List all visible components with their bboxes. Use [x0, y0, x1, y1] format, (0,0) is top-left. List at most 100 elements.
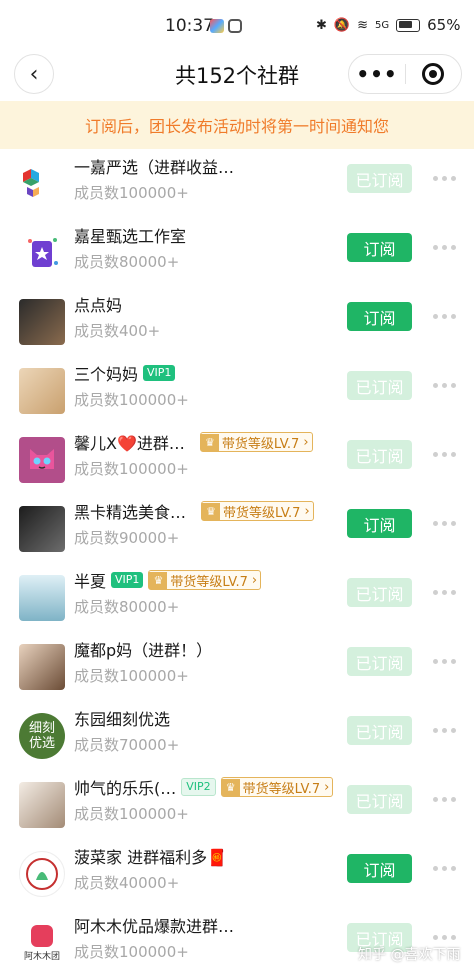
list-item[interactable]: 点点妈 成员数400+ 订阅 — [0, 287, 474, 356]
more-options-icon[interactable] — [430, 716, 458, 745]
list-item[interactable]: 黑卡精选美食… ♛ 带货等级LV.7 › 成员数90000+ 订阅 — [0, 494, 474, 563]
group-avatar — [19, 161, 65, 207]
member-count: 成员数80000+ — [74, 598, 180, 616]
status-app-icons — [210, 19, 242, 33]
wifi-icon: ≋ — [357, 17, 368, 33]
more-options-icon[interactable] — [430, 785, 458, 814]
close-mini-program-button[interactable] — [406, 54, 461, 94]
group-avatar — [19, 782, 65, 828]
bluetooth-icon: ✱ — [316, 17, 327, 33]
group-avatar — [19, 299, 65, 345]
member-count: 成员数100000+ — [74, 184, 189, 202]
vip-badge: VIP2 — [181, 778, 216, 796]
lock-badge-icon — [31, 924, 53, 947]
more-options-icon[interactable] — [430, 233, 458, 262]
status-time: 10:37 — [165, 16, 214, 36]
crown-icon: ♛ — [149, 571, 168, 589]
subscribe-button[interactable]: 订阅 — [347, 302, 412, 331]
chevron-right-icon: › — [251, 572, 258, 588]
status-bar: 10:37 ✱ 🔕 ≋ 5G 65% — [0, 0, 474, 52]
more-button[interactable]: ••• — [349, 54, 405, 94]
group-name: 菠菜家 进群福利多🧧 — [74, 848, 228, 867]
subscribed-button[interactable]: 已订阅 — [347, 440, 412, 469]
subscribe-button[interactable]: 订阅 — [347, 854, 412, 883]
target-icon — [422, 63, 445, 85]
chevron-left-icon: ‹ — [29, 61, 39, 87]
subscribed-button[interactable]: 已订阅 — [347, 164, 412, 193]
subscribe-button[interactable]: 订阅 — [347, 509, 412, 538]
list-item[interactable]: 阿木木团 阿木木优品爆款进群… 成员数100000+ 已订阅 — [0, 908, 474, 977]
chevron-right-icon: › — [324, 779, 330, 795]
more-options-icon[interactable] — [430, 578, 458, 607]
status-indicators: ✱ 🔕 ≋ 5G 65% — [316, 16, 460, 34]
member-count: 成员数90000+ — [74, 529, 180, 547]
list-item[interactable]: 三个妈妈 VIP1 成员数100000+ 已订阅 — [0, 356, 474, 425]
more-options-icon[interactable] — [430, 302, 458, 331]
member-count: 成员数40000+ — [74, 874, 180, 892]
chevron-right-icon: › — [303, 434, 309, 450]
mini-program-capsule: ••• — [348, 54, 462, 94]
list-item[interactable]: 菠菜家 进群福利多🧧 成员数40000+ 订阅 — [0, 839, 474, 908]
list-item[interactable]: 细刻 优选 东园细刻优选 成员数70000+ 已订阅 — [0, 701, 474, 770]
member-count: 成员数70000+ — [74, 736, 180, 754]
more-options-icon[interactable] — [430, 164, 458, 193]
more-options-icon[interactable] — [430, 647, 458, 676]
group-avatar — [19, 644, 65, 690]
avatar-text: 阿木木团 — [23, 951, 60, 962]
mute-icon: 🔕 — [333, 17, 351, 33]
group-name: 点点妈 — [74, 296, 123, 315]
group-name: 馨儿X❤️进群… — [74, 434, 185, 453]
group-name: 帅气的乐乐(… — [74, 779, 177, 798]
group-name: 三个妈妈 — [74, 365, 139, 384]
group-name: 东园细刻优选 — [74, 710, 171, 729]
member-count: 成员数100000+ — [74, 391, 189, 409]
cat-cartoon-icon — [30, 449, 54, 469]
subscribed-button[interactable]: 已订阅 — [347, 716, 412, 745]
list-item[interactable]: 半夏 VIP1 ♛ 带货等级LV.7 › 成员数80000+ 已订阅 — [0, 563, 474, 632]
subscribe-notice-banner: 订阅后，团长发布活动时将第一时间通知您 — [0, 101, 474, 149]
chevron-right-icon: › — [304, 503, 310, 519]
list-item[interactable]: 魔都p妈（进群！） 成员数100000+ 已订阅 — [0, 632, 474, 701]
level-badge: ♛ 带货等级LV.7 › — [148, 570, 262, 590]
list-item[interactable]: 帅气的乐乐(… VIP2 ♛ 带货等级LV.7 › 成员数100000+ 已订阅 — [0, 770, 474, 839]
member-count: 成员数100000+ — [74, 943, 189, 961]
group-avatar: 细刻 优选 — [19, 713, 65, 759]
more-options-icon[interactable] — [430, 509, 458, 538]
subscribed-button[interactable]: 已订阅 — [347, 647, 412, 676]
crown-icon: ♛ — [202, 502, 221, 520]
group-avatar — [19, 437, 65, 483]
more-options-icon[interactable] — [430, 854, 458, 883]
member-count: 成员数100000+ — [74, 667, 189, 685]
more-options-icon[interactable] — [430, 371, 458, 400]
list-item[interactable]: 馨儿X❤️进群… ♛ 带货等级LV.7 › 成员数100000+ 已订阅 — [0, 425, 474, 494]
more-options-icon[interactable] — [430, 440, 458, 469]
back-button[interactable]: ‹ — [14, 54, 54, 94]
subscribe-button[interactable]: 订阅 — [347, 233, 412, 262]
signal-icon: 5G — [375, 19, 390, 31]
level-badge: ♛ 带货等级LV.7 › — [201, 501, 314, 521]
vip-badge: VIP1 — [111, 572, 144, 588]
group-name: 黑卡精选美食… — [74, 503, 187, 522]
crown-icon: ♛ — [221, 778, 240, 796]
crown-icon: ♛ — [200, 433, 219, 451]
spinach-logo-icon — [26, 858, 58, 890]
subscribed-button[interactable]: 已订阅 — [347, 371, 412, 400]
level-badge: ♛ 带货等级LV.7 › — [220, 777, 334, 797]
group-avatar — [19, 851, 65, 897]
list-item[interactable]: 一嘉严选（进群收益… 成员数100000+ 已订阅 — [0, 149, 474, 218]
list-item[interactable]: 嘉星甄选工作室 成员数80000+ 订阅 — [0, 218, 474, 287]
group-avatar — [19, 368, 65, 414]
member-count: 成员数400+ — [74, 322, 161, 340]
group-avatar: 阿木木团 — [19, 920, 65, 966]
avatar-text: 细刻 优选 — [28, 721, 55, 751]
subscribed-button[interactable]: 已订阅 — [347, 578, 412, 607]
app-notification-icon — [228, 19, 242, 33]
subscribed-button[interactable]: 已订阅 — [347, 785, 412, 814]
nav-bar: ‹ 共152个社群 ••• — [0, 52, 474, 98]
battery-percent: 65% — [427, 16, 461, 34]
vip-badge: VIP1 — [143, 365, 176, 381]
level-badge: ♛ 带货等级LV.7 › — [199, 432, 313, 452]
more-dots-icon: ••• — [356, 62, 398, 86]
group-avatar — [19, 575, 65, 621]
member-count: 成员数80000+ — [74, 253, 180, 271]
